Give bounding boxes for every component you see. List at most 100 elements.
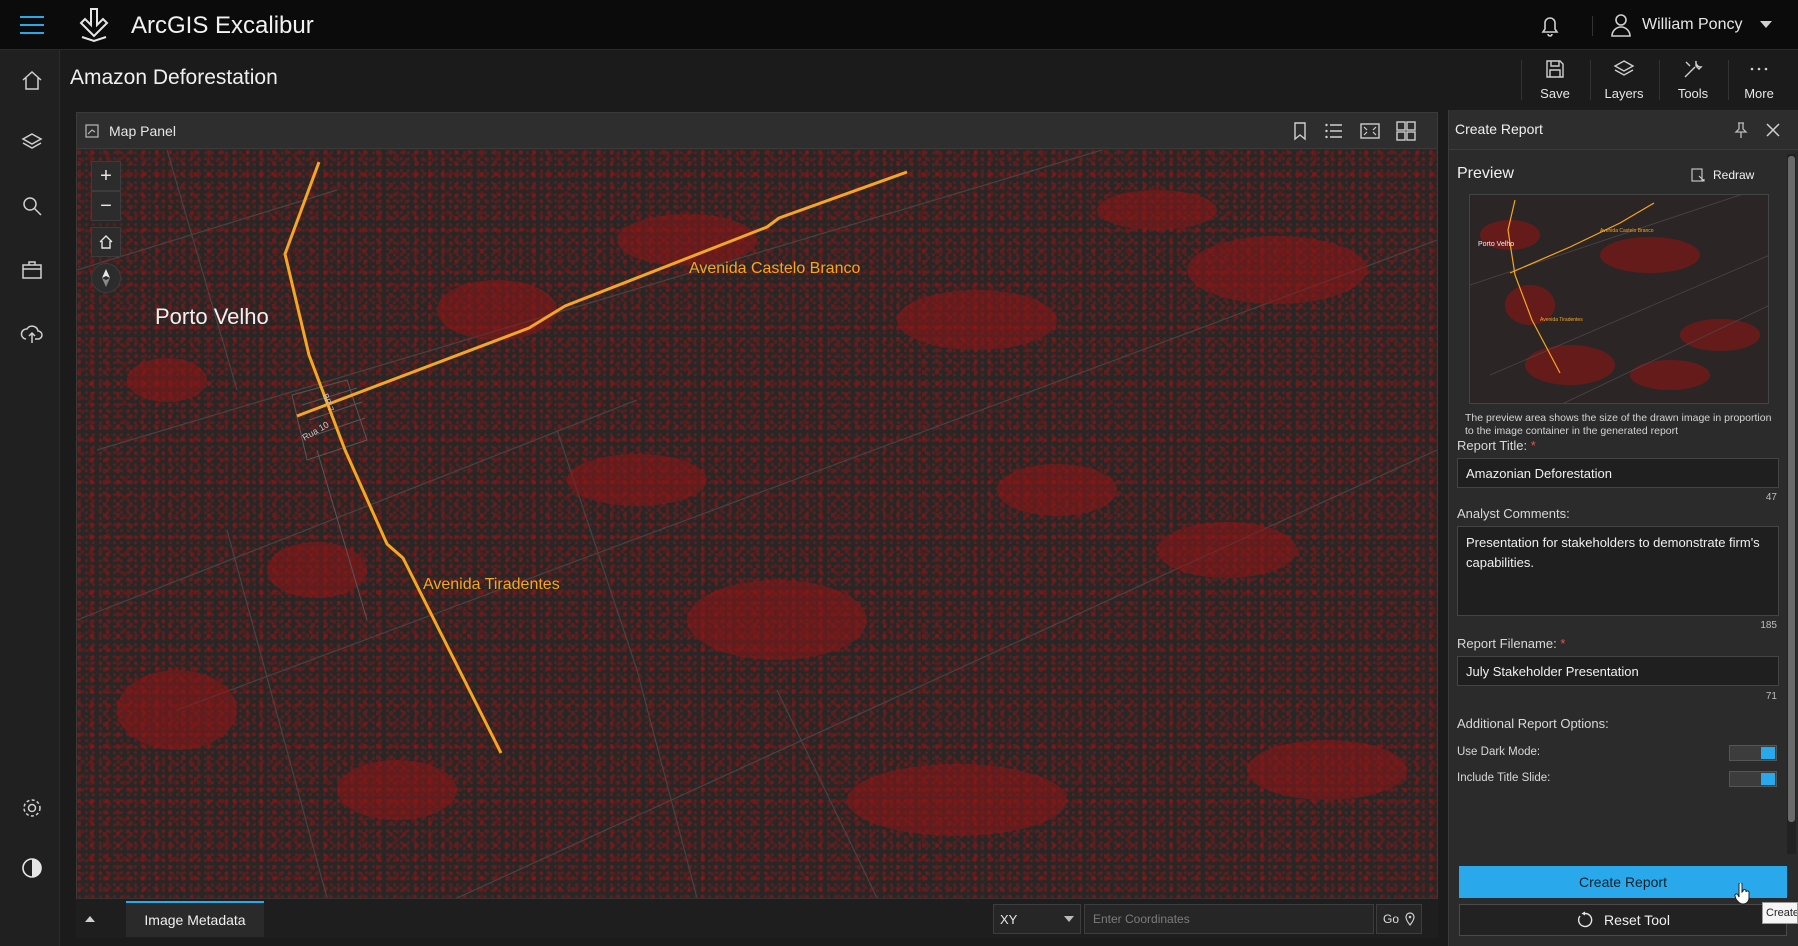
- tooltip: Create: [1762, 902, 1798, 924]
- preview-label-road2: Avenida Tiradentes: [1540, 317, 1583, 323]
- more-dots-icon: [1750, 67, 1768, 71]
- report-title-label: Report Title: *: [1457, 438, 1536, 453]
- reset-tool-button[interactable]: Reset Tool: [1459, 904, 1787, 936]
- home-extent-button[interactable]: [91, 227, 121, 257]
- tools-label: Tools: [1677, 86, 1709, 101]
- fullscreen-icon[interactable]: [1359, 120, 1381, 142]
- coordinate-system-select[interactable]: XY: [993, 904, 1081, 934]
- home-icon[interactable]: [14, 62, 50, 98]
- tools-icon: [1684, 60, 1703, 78]
- chevron-down-icon[interactable]: [1758, 17, 1774, 31]
- gear-icon[interactable]: [14, 790, 50, 826]
- preview-title: Preview: [1457, 165, 1514, 182]
- report-filename-count: 71: [1765, 691, 1777, 702]
- analyst-comments-textarea[interactable]: Presentation for stakeholders to demonst…: [1457, 526, 1779, 616]
- report-panel-header: Create Report: [1449, 110, 1798, 150]
- analyst-comments-label: Analyst Comments:: [1457, 506, 1570, 521]
- briefcase-icon[interactable]: [14, 252, 50, 288]
- chevron-up-icon[interactable]: [82, 911, 98, 927]
- preview-label-road1: Avenida Castelo Branco: [1600, 228, 1654, 234]
- save-label: Save: [1540, 86, 1570, 101]
- theme-toggle-icon[interactable]: [14, 850, 50, 886]
- close-icon[interactable]: [1763, 120, 1783, 140]
- create-report-panel: Create Report Preview Redraw Porto Velho…: [1448, 110, 1798, 946]
- map-panel-title: Map Panel: [109, 123, 176, 139]
- home-icon: [99, 235, 113, 249]
- coordinate-system-value: XY: [1000, 912, 1018, 927]
- additional-options-title: Additional Report Options:: [1457, 716, 1609, 731]
- toolbar-divider: [1659, 60, 1660, 100]
- layers-icon[interactable]: [14, 124, 50, 160]
- report-panel-body: Preview Redraw Porto Velho Avenida Caste…: [1449, 150, 1785, 850]
- app-header: ArcGIS Excalibur William Poncy: [0, 0, 1798, 50]
- sidebar: [0, 50, 60, 946]
- user-name[interactable]: William Poncy: [1642, 16, 1742, 34]
- map-panel-icon: [85, 124, 99, 138]
- search-icon[interactable]: [14, 188, 50, 224]
- coordinate-input[interactable]: [1084, 904, 1374, 934]
- report-filename-label-text: Report Filename:: [1457, 636, 1557, 651]
- tools-button[interactable]: Tools: [1662, 58, 1724, 104]
- list-icon[interactable]: [1323, 120, 1345, 142]
- preview-map: [1470, 195, 1768, 403]
- map-label-city: Porto Velho: [155, 304, 269, 329]
- map-label-road2: Avenida Tiradentes: [423, 576, 560, 593]
- compass-button[interactable]: [91, 263, 121, 293]
- reset-icon: [1577, 911, 1593, 928]
- location-pin-icon: [1405, 912, 1415, 926]
- compass-icon: [102, 269, 110, 287]
- chevron-down-icon: [1064, 916, 1074, 922]
- more-button[interactable]: More: [1728, 58, 1790, 104]
- tab-image-metadata[interactable]: Image Metadata: [126, 901, 264, 937]
- title-slide-toggle[interactable]: [1729, 771, 1777, 787]
- layers-button[interactable]: Layers: [1593, 58, 1655, 104]
- map-canvas[interactable]: + − Porto Velho Avenida Castelo Branco A…: [77, 150, 1437, 898]
- title-slide-label: Include Title Slide:: [1457, 772, 1551, 784]
- user-avatar-icon[interactable]: [1610, 12, 1632, 38]
- layers-icon: [1613, 60, 1635, 76]
- layers-label: Layers: [1604, 86, 1644, 101]
- preview-note: The preview area shows the size of the d…: [1465, 412, 1772, 437]
- bookmark-icon[interactable]: [1289, 120, 1311, 142]
- go-label: Go: [1382, 912, 1399, 926]
- required-marker: *: [1530, 438, 1536, 453]
- redraw-button[interactable]: Redraw: [1691, 166, 1754, 184]
- report-filename-label: Report Filename: *: [1457, 636, 1565, 651]
- scrollbar-thumb[interactable]: [1788, 156, 1795, 822]
- dark-mode-toggle[interactable]: [1729, 745, 1777, 761]
- grid-layout-icon[interactable]: [1395, 120, 1417, 142]
- preview-image: Porto Velho Avenida Castelo Branco Aveni…: [1469, 194, 1769, 404]
- map-panel-header: Map Panel: [77, 113, 1437, 149]
- zoom-in-button[interactable]: +: [91, 161, 121, 191]
- notifications-bell-icon[interactable]: [1536, 12, 1564, 40]
- header-divider: [1592, 16, 1593, 36]
- page-title: Amazon Deforestation: [70, 66, 278, 89]
- report-filename-input[interactable]: [1457, 656, 1779, 686]
- map-panel: Map Panel + − Porto Velho Avenida Castel…: [76, 112, 1438, 898]
- analyst-comments-count: 185: [1760, 620, 1777, 631]
- toolbar-divider: [1590, 60, 1591, 100]
- menu-icon[interactable]: [14, 12, 50, 38]
- pin-icon[interactable]: [1731, 120, 1751, 140]
- zoom-out-button[interactable]: −: [91, 191, 121, 221]
- toolbar-divider: [1521, 60, 1522, 100]
- save-icon: [1546, 60, 1564, 78]
- report-panel-scrollbar[interactable]: [1787, 154, 1796, 854]
- toggle-knob: [1761, 747, 1775, 759]
- toggle-knob: [1761, 773, 1775, 785]
- save-button[interactable]: Save: [1524, 58, 1586, 104]
- report-title-count: 47: [1765, 492, 1777, 503]
- preview-label-city: Porto Velho: [1478, 241, 1515, 248]
- redraw-icon: [1691, 168, 1705, 182]
- excalibur-logo-icon: [79, 8, 109, 43]
- cloud-upload-icon[interactable]: [14, 316, 50, 352]
- map-label-road1: Avenida Castelo Branco: [689, 260, 861, 277]
- hand-cursor-icon: [1734, 883, 1750, 905]
- more-label: More: [1744, 86, 1774, 101]
- report-title-input[interactable]: [1457, 458, 1779, 488]
- go-button[interactable]: Go: [1376, 904, 1422, 934]
- required-marker: *: [1560, 636, 1566, 651]
- reset-tool-label: Reset Tool: [1604, 912, 1670, 928]
- redraw-label: Redraw: [1713, 168, 1755, 182]
- app-title: ArcGIS Excalibur: [131, 12, 314, 39]
